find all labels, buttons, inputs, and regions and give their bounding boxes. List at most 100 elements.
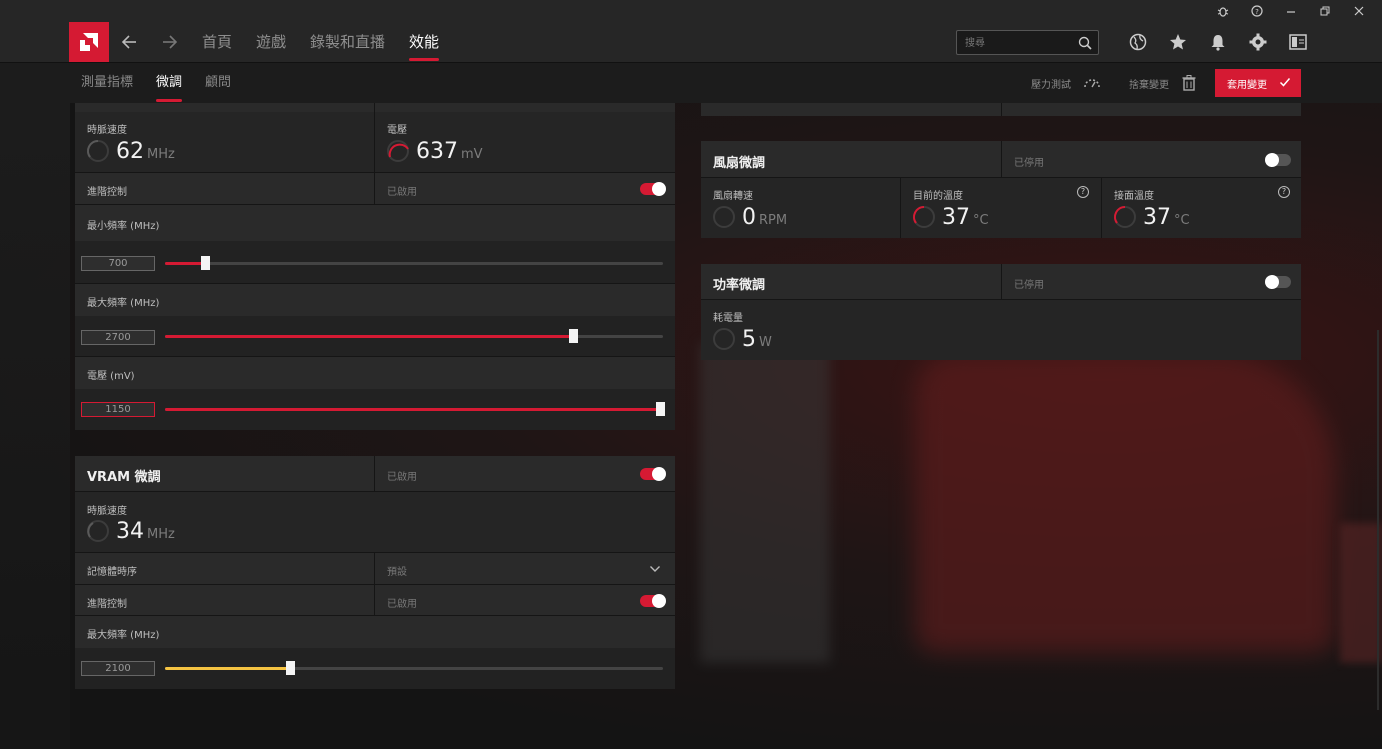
voltage-mv-input[interactable]: 1150 bbox=[81, 402, 155, 417]
memory-timing-label: 記憶體時序 bbox=[87, 567, 137, 578]
fan-tuning-panel: 風扇微調 已停用 風扇轉速 0 RPM 目前的溫度 ? 37 °C 接面溫度 ? 3… bbox=[701, 141, 1301, 238]
globe-icon[interactable] bbox=[1118, 31, 1158, 53]
junction-temp-help-icon[interactable]: ? bbox=[1278, 186, 1290, 198]
gpu-clock-label: 時脈速度 bbox=[87, 125, 127, 136]
help-icon[interactable]: ? bbox=[1240, 0, 1274, 22]
vram-title: VRAM 微調 bbox=[87, 470, 161, 485]
max-freq-slider-thumb[interactable] bbox=[569, 329, 579, 343]
right-panel-stub bbox=[701, 103, 1301, 116]
search-icon[interactable] bbox=[1078, 35, 1092, 54]
title-bar: ? bbox=[0, 0, 1382, 22]
vram-advanced-toggle[interactable] bbox=[640, 594, 666, 608]
vram-clock-value: 34 bbox=[116, 519, 144, 544]
power-consumption-value: 5 bbox=[742, 327, 756, 352]
fan-speed-label: 風扇轉速 bbox=[713, 191, 753, 202]
chevron-down-icon[interactable] bbox=[649, 564, 661, 574]
trash-icon[interactable] bbox=[1182, 75, 1196, 95]
current-temp-label: 目前的溫度 bbox=[913, 191, 963, 202]
fan-title: 風扇微調 bbox=[713, 156, 766, 171]
power-tuning-panel: 功率微調 已停用 耗電量 5W bbox=[701, 264, 1301, 360]
nav-tab-gaming[interactable]: 遊戲 bbox=[256, 22, 286, 62]
subtab-metrics[interactable]: 測量指標 bbox=[81, 63, 133, 103]
sub-nav: 測量指標 微調 顧問 壓力測試 捨棄變更 套用變更 bbox=[0, 62, 1382, 103]
stress-test-label[interactable]: 壓力測試 bbox=[1031, 76, 1071, 91]
subtab-tuning[interactable]: 微調 bbox=[156, 63, 183, 103]
gpu-voltage-unit: mV bbox=[461, 147, 483, 162]
junction-temp-gauge-icon bbox=[1114, 206, 1136, 228]
amd-logo-icon[interactable] bbox=[69, 22, 109, 62]
vram-max-freq-input[interactable]: 2100 bbox=[81, 661, 155, 676]
fan-toggle[interactable] bbox=[1265, 153, 1291, 167]
gear-icon[interactable] bbox=[1238, 31, 1278, 53]
bug-report-icon[interactable] bbox=[1206, 0, 1240, 22]
voltage-mv-slider-thumb[interactable] bbox=[656, 402, 665, 416]
fan-state: 已停用 bbox=[1014, 158, 1044, 169]
vram-clock-unit: MHz bbox=[147, 527, 175, 542]
nav-tab-record-stream[interactable]: 錄製和直播 bbox=[310, 22, 385, 62]
power-title: 功率微調 bbox=[713, 278, 766, 293]
min-freq-input[interactable]: 700 bbox=[81, 256, 155, 271]
power-gauge-icon bbox=[713, 328, 735, 350]
apply-changes-label: 套用變更 bbox=[1227, 79, 1267, 91]
current-temp-unit: °C bbox=[973, 213, 989, 228]
vram-tuning-panel: VRAM 微調 已啟用 時脈速度 34 MHz 記憶體時序 預設 進階控制 已啟用… bbox=[75, 456, 675, 689]
gpu-clock-value: 62 bbox=[116, 139, 144, 164]
junction-temp-unit: °C bbox=[1174, 213, 1190, 228]
back-arrow-icon[interactable] bbox=[118, 30, 140, 54]
current-temp-gauge-icon bbox=[913, 206, 935, 228]
fan-speed-value: 0 bbox=[742, 205, 756, 230]
voltage-mv-label: 電壓 (mV) bbox=[87, 371, 135, 382]
sidebar-panel-icon[interactable] bbox=[1278, 31, 1318, 53]
bell-icon[interactable] bbox=[1198, 31, 1238, 53]
gpu-voltage-gauge-icon bbox=[387, 140, 409, 162]
close-icon[interactable] bbox=[1342, 0, 1376, 22]
search-box[interactable] bbox=[956, 30, 1099, 55]
minimize-icon[interactable] bbox=[1274, 0, 1308, 22]
gpu-advanced-toggle[interactable] bbox=[640, 182, 666, 196]
junction-temp-label: 接面溫度 bbox=[1114, 191, 1154, 202]
svg-text:?: ? bbox=[1255, 8, 1259, 16]
star-icon[interactable] bbox=[1158, 31, 1198, 53]
scrollbar[interactable] bbox=[1377, 330, 1379, 710]
max-freq-label: 最大頻率 (MHz) bbox=[87, 298, 160, 309]
min-freq-label: 最小頻率 (MHz) bbox=[87, 221, 160, 232]
min-freq-slider-thumb[interactable] bbox=[200, 256, 210, 270]
vram-advanced-state: 已啟用 bbox=[387, 599, 417, 610]
power-state: 已停用 bbox=[1014, 280, 1044, 291]
gpu-advanced-state: 已啟用 bbox=[387, 187, 417, 198]
gpu-advanced-label: 進階控制 bbox=[87, 187, 127, 198]
vram-clock-label: 時脈速度 bbox=[87, 506, 127, 517]
min-freq-slider-fill bbox=[165, 262, 205, 265]
max-freq-input[interactable]: 2700 bbox=[81, 330, 155, 345]
speedometer-icon[interactable] bbox=[1083, 75, 1101, 94]
current-temp-value: 37 bbox=[942, 205, 970, 230]
search-input[interactable] bbox=[957, 32, 1067, 55]
vram-clock-gauge-icon bbox=[87, 520, 109, 542]
min-freq-slider-track[interactable] bbox=[165, 262, 663, 265]
max-freq-slider-fill bbox=[165, 335, 574, 338]
power-consumption-unit: W bbox=[759, 335, 772, 350]
voltage-mv-slider-fill bbox=[165, 408, 660, 411]
power-toggle[interactable] bbox=[1265, 275, 1291, 289]
vram-max-freq-slider-thumb[interactable] bbox=[285, 661, 295, 675]
apply-changes-button[interactable]: 套用變更 bbox=[1215, 69, 1301, 97]
nav-tab-home[interactable]: 首頁 bbox=[202, 22, 232, 62]
current-temp-help-icon[interactable]: ? bbox=[1077, 186, 1089, 198]
fan-speed-unit: RPM bbox=[759, 213, 788, 228]
top-nav: 首頁 遊戲 錄製和直播 效能 bbox=[0, 22, 1382, 62]
vram-toggle[interactable] bbox=[640, 467, 666, 481]
vram-advanced-label: 進階控制 bbox=[87, 599, 127, 610]
gpu-tuning-panel: 時脈速度 62 MHz 電壓 637 mV 進階控制 已啟用 最小頻率 (MHz) … bbox=[75, 103, 675, 430]
forward-arrow-icon[interactable] bbox=[159, 30, 181, 54]
vram-state: 已啟用 bbox=[387, 472, 417, 483]
discard-changes-label[interactable]: 捨棄變更 bbox=[1129, 76, 1169, 91]
nav-tab-performance[interactable]: 效能 bbox=[409, 22, 440, 62]
gpu-voltage-value: 637 bbox=[416, 139, 458, 164]
gpu-voltage-label: 電壓 bbox=[387, 125, 407, 136]
subtab-advisor[interactable]: 顧問 bbox=[205, 63, 231, 103]
restore-icon[interactable] bbox=[1308, 0, 1342, 22]
vram-max-freq-slider-fill bbox=[165, 667, 290, 670]
junction-temp-value: 37 bbox=[1143, 205, 1171, 230]
vram-max-freq-label: 最大頻率 (MHz) bbox=[87, 630, 160, 641]
memory-timing-value[interactable]: 預設 bbox=[387, 563, 407, 578]
